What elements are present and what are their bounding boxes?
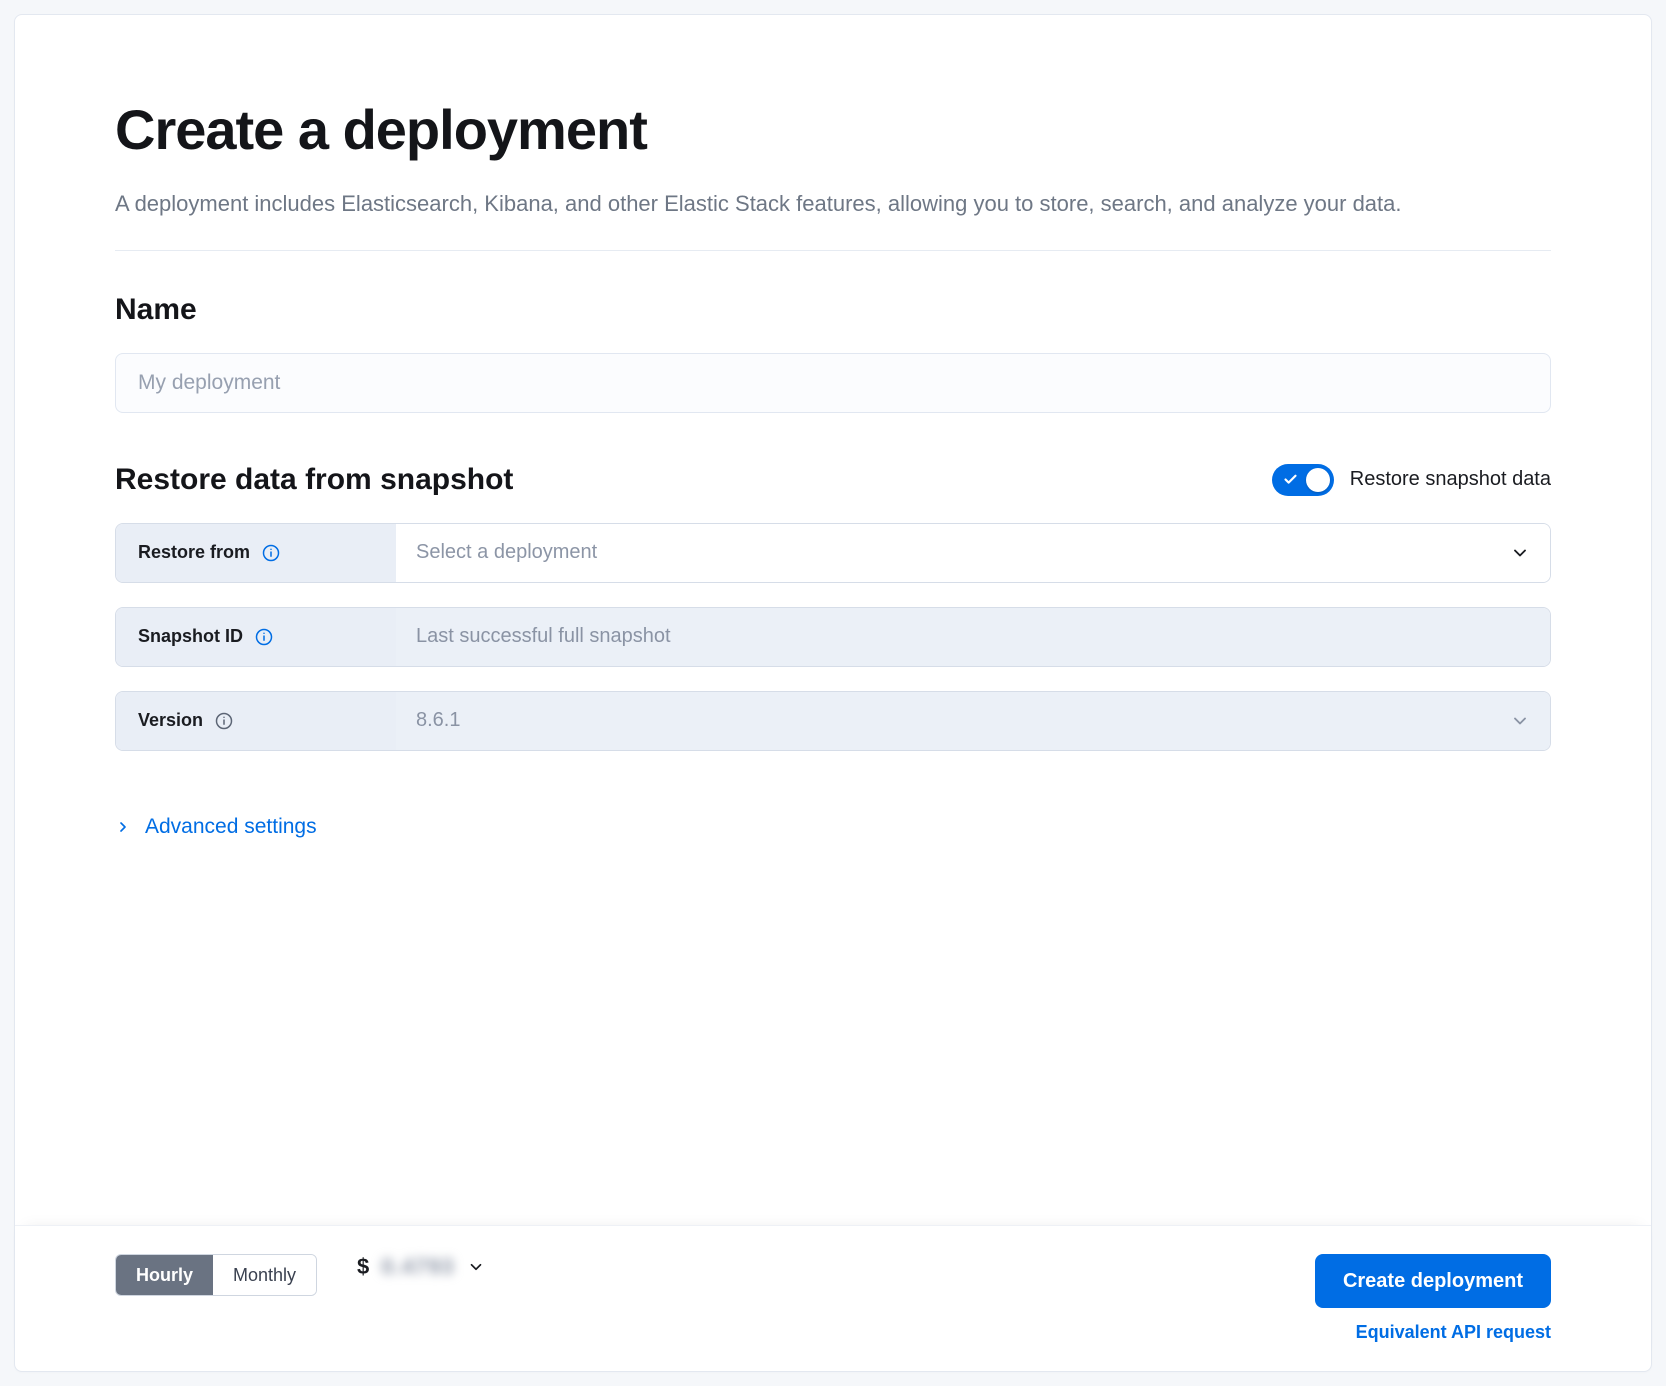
toggle-knob [1306, 468, 1330, 492]
info-icon[interactable] [255, 628, 273, 646]
equivalent-api-request-link[interactable]: Equivalent API request [1356, 1322, 1551, 1343]
billing-period-toggle: Hourly Monthly [115, 1254, 317, 1296]
version-row: Version 8.6.1 [115, 691, 1551, 751]
version-label-cell: Version [116, 692, 396, 750]
check-icon [1283, 472, 1298, 487]
restore-section-header: Restore data from snapshot Restore snaps… [115, 463, 1551, 497]
restore-from-placeholder: Select a deployment [416, 541, 1510, 564]
price-amount: 0.4793 [381, 1254, 454, 1280]
billing-monthly-button[interactable]: Monthly [213, 1255, 316, 1295]
restore-from-row: Restore from Select a deployment [115, 523, 1551, 583]
divider [115, 250, 1551, 251]
chevron-down-icon [1510, 543, 1530, 563]
restore-from-select[interactable]: Select a deployment [396, 524, 1550, 582]
restore-toggle-label: Restore snapshot data [1350, 468, 1551, 491]
footer: Hourly Monthly $0.4793 Create deployment… [15, 1225, 1651, 1371]
billing-hourly-button[interactable]: Hourly [116, 1255, 213, 1295]
chevron-right-icon [115, 819, 131, 835]
info-icon[interactable] [262, 544, 280, 562]
restore-toggle-wrap: Restore snapshot data [1272, 464, 1551, 496]
price-currency: $ [357, 1254, 369, 1280]
chevron-down-icon [467, 1258, 485, 1276]
advanced-settings-link[interactable]: Advanced settings [115, 815, 317, 839]
name-section-heading: Name [115, 293, 1551, 327]
chevron-down-icon [1510, 711, 1530, 731]
page-title: Create a deployment [115, 97, 1551, 162]
snapshot-id-label-cell: Snapshot ID [116, 608, 396, 666]
snapshot-id-label: Snapshot ID [138, 626, 243, 647]
price-display[interactable]: $0.4793 [357, 1254, 485, 1280]
page-subtitle: A deployment includes Elasticsearch, Kib… [115, 188, 1551, 220]
deployment-name-input[interactable] [115, 353, 1551, 413]
page-root: Create a deployment A deployment include… [0, 0, 1666, 1386]
snapshot-id-field: Last successful full snapshot [396, 608, 1550, 666]
info-icon[interactable] [215, 712, 233, 730]
version-label: Version [138, 710, 203, 731]
version-select: 8.6.1 [396, 692, 1550, 750]
card-content: Create a deployment A deployment include… [15, 15, 1651, 1225]
footer-actions: Create deployment Equivalent API request [1315, 1254, 1551, 1343]
restore-from-label-cell: Restore from [116, 524, 396, 582]
restore-section-heading: Restore data from snapshot [115, 463, 513, 497]
snapshot-id-row: Snapshot ID Last successful full snapsho… [115, 607, 1551, 667]
deployment-card: Create a deployment A deployment include… [14, 14, 1652, 1372]
advanced-settings-label: Advanced settings [145, 815, 317, 839]
version-value: 8.6.1 [416, 709, 1510, 732]
restore-toggle[interactable] [1272, 464, 1334, 496]
snapshot-id-placeholder: Last successful full snapshot [416, 625, 1530, 648]
restore-from-label: Restore from [138, 542, 250, 563]
create-deployment-button[interactable]: Create deployment [1315, 1254, 1551, 1308]
